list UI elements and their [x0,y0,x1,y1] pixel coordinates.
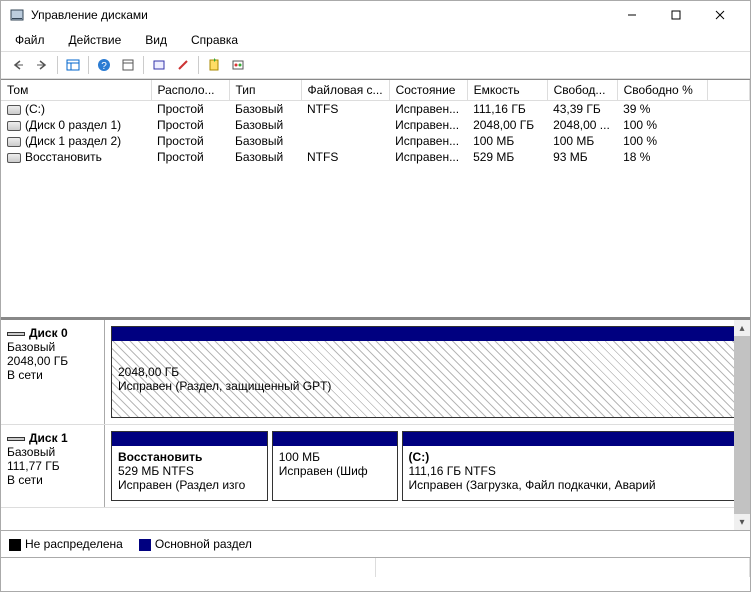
menubar: Файл Действие Вид Справка [1,29,750,51]
toolbar: ? [1,51,750,79]
disk-label[interactable]: Диск 1Базовый111,77 ГБВ сети [1,425,105,507]
partition-header [403,432,743,446]
back-button[interactable] [7,54,29,76]
volume-name: Восстановить [1,149,151,165]
close-button[interactable] [698,3,742,27]
toolbar-icon-2[interactable] [148,54,170,76]
toolbar-icon-3[interactable] [227,54,249,76]
disk-icon [7,437,25,441]
table-row[interactable]: (Диск 1 раздел 2)ПростойБазовыйИсправен.… [1,133,750,149]
disk-label[interactable]: Диск 0Базовый2048,00 ГБВ сети [1,320,105,424]
volume-name: (Диск 1 раздел 2) [1,133,151,149]
column-header[interactable]: Тип [229,80,301,101]
table-row[interactable]: (Диск 0 раздел 1)ПростойБазовыйИсправен.… [1,117,750,133]
volume-icon [7,121,21,131]
toolbar-icon-1[interactable] [117,54,139,76]
legend-unallocated-label: Не распределена [25,537,123,551]
column-header[interactable]: Емкость [467,80,547,101]
scroll-up-icon[interactable]: ▴ [734,320,750,336]
legend-primary-label: Основной раздел [155,537,252,551]
menu-file[interactable]: Файл [5,31,55,49]
column-header[interactable]: Файловая с... [301,80,389,101]
disk-row: Диск 1Базовый111,77 ГБВ сетиВосстановить… [1,425,750,508]
partition-header [112,327,743,341]
volume-icon [7,105,21,115]
partition-header [273,432,397,446]
partition[interactable]: Восстановить529 МБ NTFSИсправен (Раздел … [111,431,268,501]
partition-body: 2048,00 ГБИсправен (Раздел, защищенный G… [112,341,743,417]
volume-icon [7,137,21,147]
scroll-down-icon[interactable]: ▾ [734,514,750,530]
show-hide-console-icon[interactable] [62,54,84,76]
disk-icon [7,332,25,336]
partition-body: Восстановить529 МБ NTFSИсправен (Раздел … [112,446,267,500]
forward-button[interactable] [31,54,53,76]
table-row[interactable]: (C:)ПростойБазовыйNTFSИсправен...111,16 … [1,101,750,118]
column-header[interactable]: Располо... [151,80,229,101]
maximize-button[interactable] [654,3,698,27]
column-header[interactable]: Свободно % [617,80,707,101]
menu-help[interactable]: Справка [181,31,248,49]
minimize-button[interactable] [610,3,654,27]
partition-header [112,432,267,446]
menu-view[interactable]: Вид [135,31,177,49]
titlebar: Управление дисками [1,1,750,29]
disk-row: Диск 0Базовый2048,00 ГБВ сети2048,00 ГБИ… [1,320,750,425]
statusbar [1,557,750,577]
volume-list[interactable]: ТомРасполо...ТипФайловая с...СостояниеЕм… [1,80,750,320]
refresh-icon[interactable] [203,54,225,76]
legend: Не распределена Основной раздел [1,530,750,557]
app-icon [9,7,25,23]
partition[interactable]: (C:)111,16 ГБ NTFSИсправен (Загрузка, Фа… [402,431,744,501]
window-title: Управление дисками [31,8,610,22]
column-header[interactable]: Свобод... [547,80,617,101]
menu-action[interactable]: Действие [59,31,132,49]
svg-text:?: ? [101,61,107,72]
table-row[interactable]: ВосстановитьПростойБазовыйNTFSИсправен..… [1,149,750,165]
help-icon[interactable]: ? [93,54,115,76]
properties-icon[interactable] [172,54,194,76]
partition[interactable]: 2048,00 ГБИсправен (Раздел, защищенный G… [111,326,744,418]
partition[interactable]: 100 МБИсправен (Шиф [272,431,398,501]
partition-body: 100 МБИсправен (Шиф [273,446,397,500]
column-header[interactable]: Том [1,80,151,101]
volume-icon [7,153,21,163]
legend-primary-swatch [139,539,151,551]
partition-body: (C:)111,16 ГБ NTFSИсправен (Загрузка, Фа… [403,446,743,500]
volume-name: (C:) [1,101,151,118]
scrollbar-vertical[interactable]: ▴ ▾ [734,320,750,530]
column-header[interactable]: Состояние [389,80,467,101]
legend-unallocated-swatch [9,539,21,551]
disk-graphical-view[interactable]: Диск 0Базовый2048,00 ГБВ сети2048,00 ГБИ… [1,320,750,530]
volume-name: (Диск 0 раздел 1) [1,117,151,133]
